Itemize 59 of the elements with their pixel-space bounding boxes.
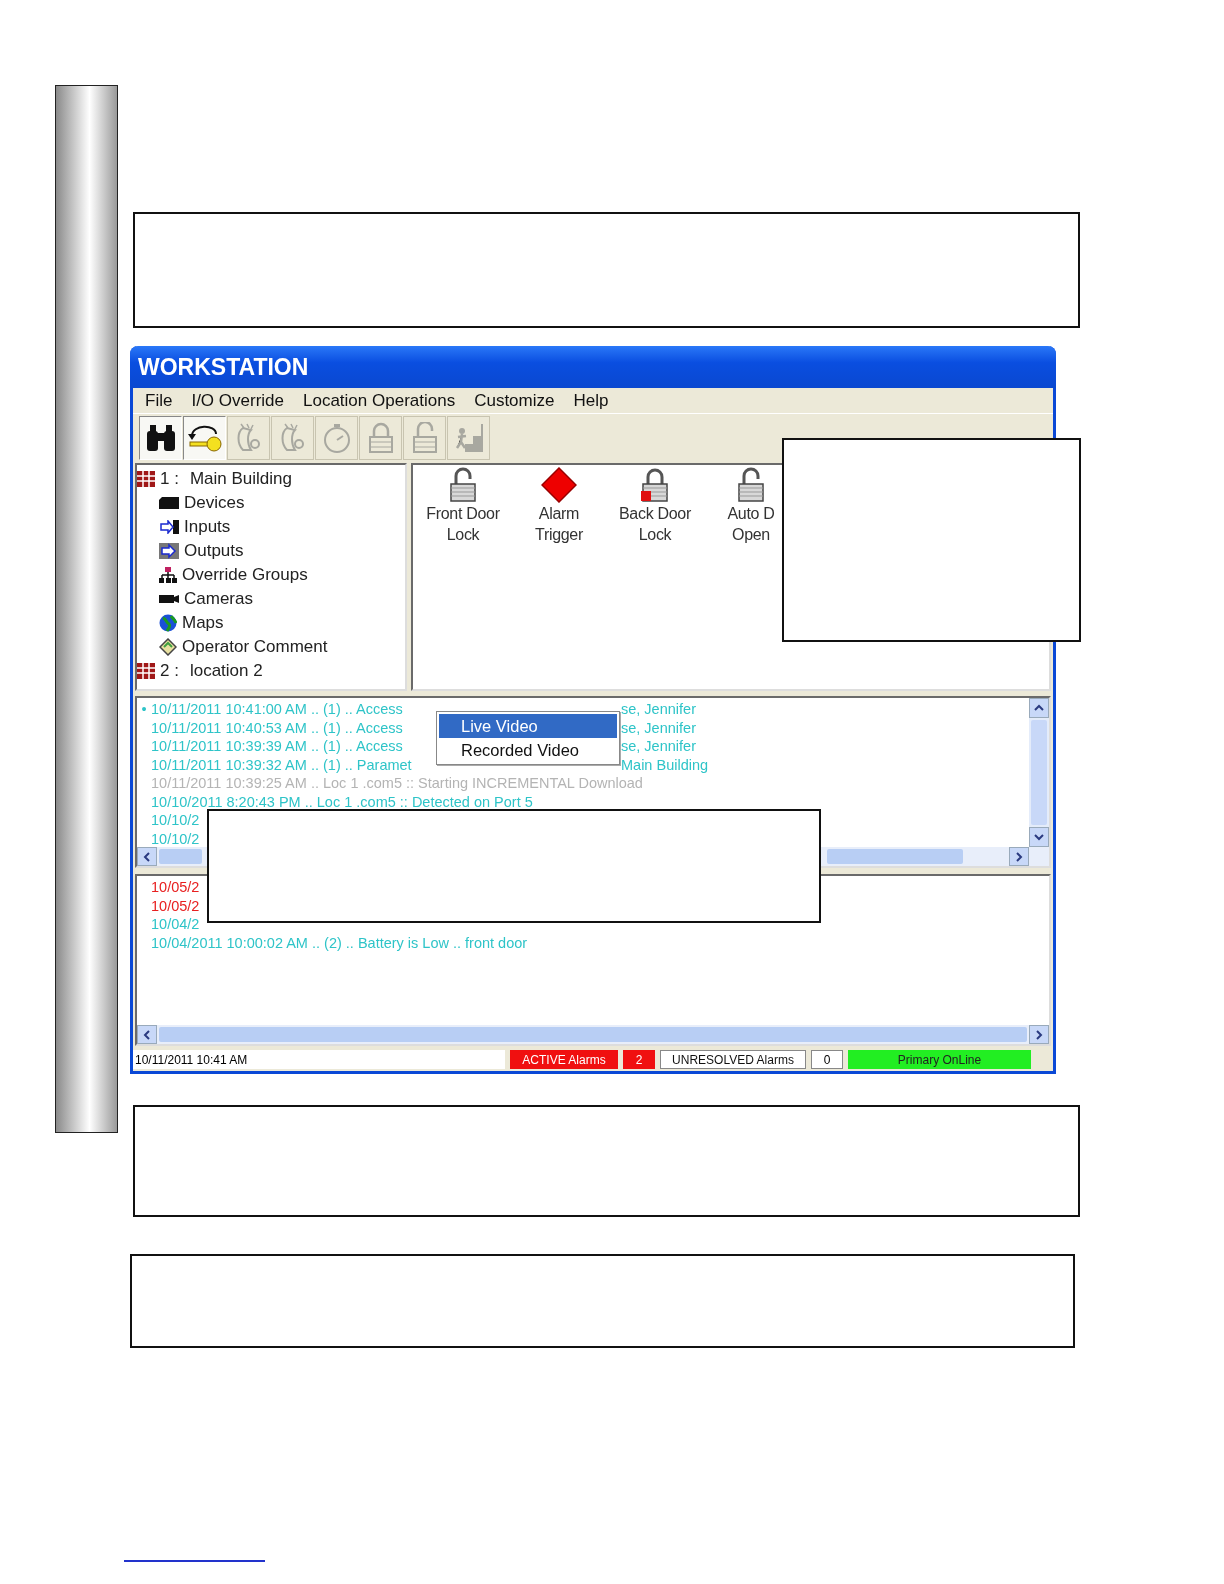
device-label[interactable]: Alarm [538, 503, 580, 525]
scrollbar[interactable] [137, 1025, 1049, 1045]
status-datetime: 10/11/2011 10:41 AM [133, 1050, 505, 1070]
device-label[interactable]: Lock [638, 524, 672, 546]
menu-item[interactable]: Customize [466, 390, 563, 411]
device-label[interactable]: Lock [446, 524, 480, 546]
bullet: • [140, 701, 148, 718]
active-alarms-count: 2 [623, 1050, 655, 1070]
device-icon [159, 497, 179, 510]
device-label[interactable]: Open [732, 524, 770, 546]
globe-icon [159, 614, 177, 633]
padlock-alarm-icon [639, 467, 671, 504]
device-label[interactable]: Auto D [727, 503, 775, 525]
menu-item[interactable]: Help [565, 390, 617, 411]
tree-item[interactable]: Override Groups [182, 565, 308, 586]
scroll-button[interactable] [137, 847, 157, 867]
menu-item[interactable]: I/O Override [183, 390, 292, 411]
tree-item[interactable]: 2 : [160, 661, 179, 682]
log-entry-text: se, Jennifer [621, 719, 697, 736]
open-padlock-icon [735, 467, 767, 504]
log-entry[interactable]: 10/05/2 [151, 879, 200, 896]
toolbar-button[interactable] [183, 416, 226, 461]
arrow-in-icon [159, 520, 179, 535]
hierarchy-icon [159, 567, 177, 584]
window-title: WORKSTATION [130, 346, 1056, 389]
device-label[interactable]: Front Door [426, 503, 500, 525]
unresolved-alarms-label: UNRESOLVED Alarms [660, 1050, 806, 1070]
context-menu-item[interactable]: Live Video [439, 714, 617, 738]
camera-icon [159, 594, 179, 605]
toolbar-button[interactable] [139, 416, 182, 461]
log-entry-text: se, Jennifer [621, 701, 697, 718]
unresolved-alarms-count: 0 [811, 1050, 843, 1070]
scroll-thumb[interactable] [827, 849, 963, 865]
tree-item[interactable]: Operator Comment [182, 637, 328, 658]
menu-item[interactable]: Location Operations [295, 390, 464, 411]
diamond-icon [541, 467, 577, 504]
arrow-out-icon [159, 543, 179, 560]
tree-item[interactable]: Outputs [184, 541, 244, 562]
device-label[interactable]: Back Door [619, 503, 691, 525]
tree-item[interactable]: Devices [184, 493, 245, 514]
open-padlock-icon [447, 467, 479, 504]
context-menu-item[interactable]: Recorded Video [439, 738, 617, 762]
tree-item[interactable]: 1 : [160, 469, 179, 490]
log-entry-text: Main Building [621, 756, 710, 773]
active-alarms-label: ACTIVE Alarms [510, 1050, 618, 1070]
tag-icon [159, 638, 177, 657]
tree-item[interactable]: Cameras [184, 589, 253, 610]
tree-item[interactable]: Maps [182, 613, 224, 634]
menu-item[interactable]: File [137, 390, 181, 411]
scroll-thumb[interactable] [159, 849, 202, 865]
connection-status: Primary OnLine [848, 1050, 1031, 1070]
device-label[interactable]: Trigger [535, 524, 583, 546]
tree-item[interactable]: Inputs [184, 517, 231, 538]
tree-item[interactable]: location 2 [189, 661, 263, 682]
scroll-button[interactable] [1009, 847, 1029, 867]
log-entry[interactable]: 10/05/2 [151, 897, 200, 914]
tree-item[interactable]: Main Building [189, 469, 292, 490]
scrollbar[interactable] [1029, 698, 1049, 848]
log-entry-text: se, Jennifer [621, 738, 697, 755]
